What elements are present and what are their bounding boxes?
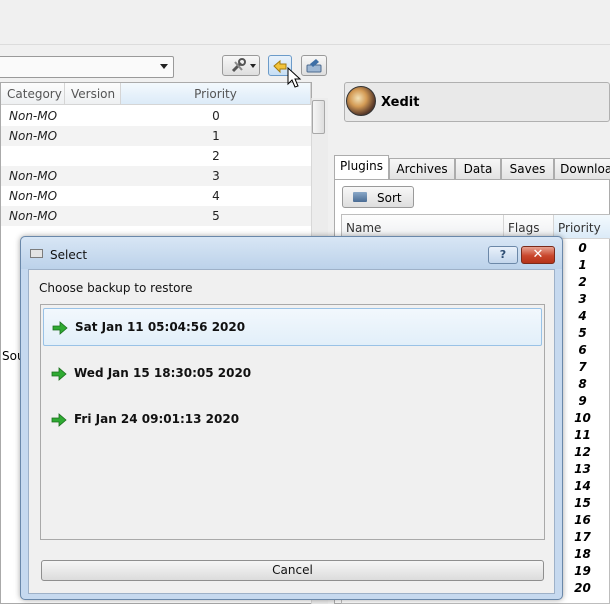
mod-row[interactable]: Non-MO 5	[1, 206, 311, 226]
dialog-title: Select	[50, 248, 88, 262]
cancel-button[interactable]: Cancel	[41, 560, 544, 581]
plugin-priority: 15	[574, 496, 591, 510]
mod-priority: 2	[212, 149, 220, 163]
green-arrow-icon	[52, 321, 68, 335]
mod-row[interactable]: Non-MO 0	[1, 106, 311, 126]
plugin-priority: 10	[574, 411, 591, 425]
plugin-priority: 17	[574, 530, 591, 544]
plugin-priority: 13	[574, 462, 591, 476]
tools-button[interactable]	[222, 55, 260, 76]
close-button[interactable]: ✕	[521, 246, 555, 264]
dialog-titlebar[interactable]: Select ? ✕	[21, 237, 562, 269]
sort-button[interactable]: Sort	[342, 186, 414, 208]
backup-label: Fri Jan 24 09:01:13 2020	[74, 412, 240, 426]
mod-list-scroll-thumb[interactable]	[312, 100, 325, 134]
green-arrow-icon	[51, 367, 67, 381]
mod-priority: 5	[212, 209, 220, 223]
executable-label: Xedit	[381, 95, 420, 110]
column-header-category[interactable]: Category	[1, 83, 65, 105]
dialog-prompt: Choose backup to restore	[39, 281, 193, 295]
mod-row[interactable]: 2	[1, 146, 311, 166]
plugin-priority: 11	[574, 428, 591, 442]
mod-category: Non-MO	[9, 209, 58, 223]
tab-archives[interactable]: Archives	[389, 158, 455, 179]
plugin-priority: 4	[578, 309, 587, 323]
plugin-priority: 20	[574, 581, 591, 595]
backup-list: Sat Jan 11 05:04:56 2020 Wed Jan 15 18:3…	[40, 304, 545, 540]
tab-data[interactable]: Data	[455, 158, 501, 179]
mod-priority: 3	[212, 169, 220, 183]
plugin-priority: 9	[578, 394, 587, 408]
chevron-down-icon	[160, 64, 168, 69]
backup-item[interactable]: Fri Jan 24 09:01:13 2020	[43, 401, 542, 439]
dialog-body: Choose backup to restore Sat Jan 11 05:0…	[28, 269, 555, 594]
mod-row[interactable]: Non-MO 1	[1, 126, 311, 146]
create-backup-button[interactable]	[301, 55, 327, 76]
plugin-priority: 7	[578, 360, 587, 374]
plugin-priority: 19	[574, 564, 591, 578]
tab-saves[interactable]: Saves	[501, 158, 554, 179]
column-header-priority[interactable]: Priority	[121, 83, 311, 105]
app-icon	[30, 249, 43, 258]
plugin-priority: 3	[578, 292, 587, 306]
plugin-priority: 5	[578, 326, 587, 340]
profile-select[interactable]	[0, 56, 174, 78]
select-dialog: Select ? ✕ Choose backup to restore Sat …	[20, 236, 563, 600]
backup-label: Sat Jan 11 05:04:56 2020	[75, 320, 246, 334]
plugin-priority: 0	[578, 241, 587, 255]
plugin-priority: 12	[574, 445, 591, 459]
mod-row[interactable]: Non-MO 4	[1, 186, 311, 206]
column-header-plugin-priority[interactable]: Priority	[554, 215, 610, 239]
xedit-icon	[346, 86, 376, 116]
mod-priority: 1	[212, 129, 220, 143]
backup-item[interactable]: Wed Jan 15 18:30:05 2020	[43, 355, 542, 393]
mouse-cursor-icon	[287, 67, 302, 88]
plugin-priority: 18	[574, 547, 591, 561]
mod-category: Non-MO	[9, 129, 58, 143]
top-toolbar-area	[0, 0, 610, 45]
plugin-priority: 14	[574, 479, 591, 493]
sort-icon	[353, 192, 367, 202]
sort-label: Sort	[377, 191, 402, 205]
tools-icon	[231, 58, 256, 73]
plugin-priority: 2	[578, 275, 587, 289]
mod-category: Non-MO	[9, 189, 58, 203]
help-button[interactable]: ?	[488, 246, 518, 264]
column-header-version[interactable]: Version	[65, 83, 121, 105]
mod-priority: 0	[212, 109, 220, 123]
mod-row[interactable]: Non-MO 3	[1, 166, 311, 186]
backup-item[interactable]: Sat Jan 11 05:04:56 2020	[43, 308, 542, 346]
plugin-priority: 6	[578, 343, 587, 357]
plugin-priority: 1	[578, 258, 587, 272]
create-backup-icon	[306, 59, 322, 73]
mod-category: Non-MO	[9, 109, 58, 123]
tab-plugins[interactable]: Plugins	[334, 155, 389, 180]
backup-label: Wed Jan 15 18:30:05 2020	[74, 366, 252, 380]
plugin-priority: 8	[578, 377, 587, 391]
tab-downloads[interactable]: Download	[554, 158, 610, 179]
mod-priority: 4	[212, 189, 220, 203]
green-arrow-icon	[51, 413, 67, 427]
mod-category: Non-MO	[9, 169, 58, 183]
plugin-priority: 16	[574, 513, 591, 527]
